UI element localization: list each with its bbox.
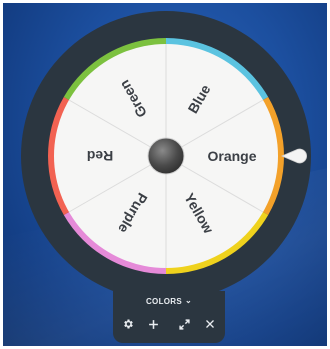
colors-label: COLORS [145,297,182,306]
desktop-background: Blue Orange Yellow Purple Red Green COLORS ⌄ [3,3,327,346]
segment-label-red: Red [87,148,113,164]
chevron-down-icon: ⌄ [185,296,193,305]
colors-dropdown[interactable]: COLORS ⌄ [113,296,225,306]
wheel-toolbar: COLORS ⌄ [113,291,225,343]
plus-icon[interactable] [144,315,162,333]
gear-icon[interactable] [119,315,137,333]
segment-label-orange: Orange [207,148,256,164]
expand-icon[interactable] [175,315,193,333]
spin-button[interactable] [147,137,185,175]
close-icon[interactable] [201,315,219,333]
